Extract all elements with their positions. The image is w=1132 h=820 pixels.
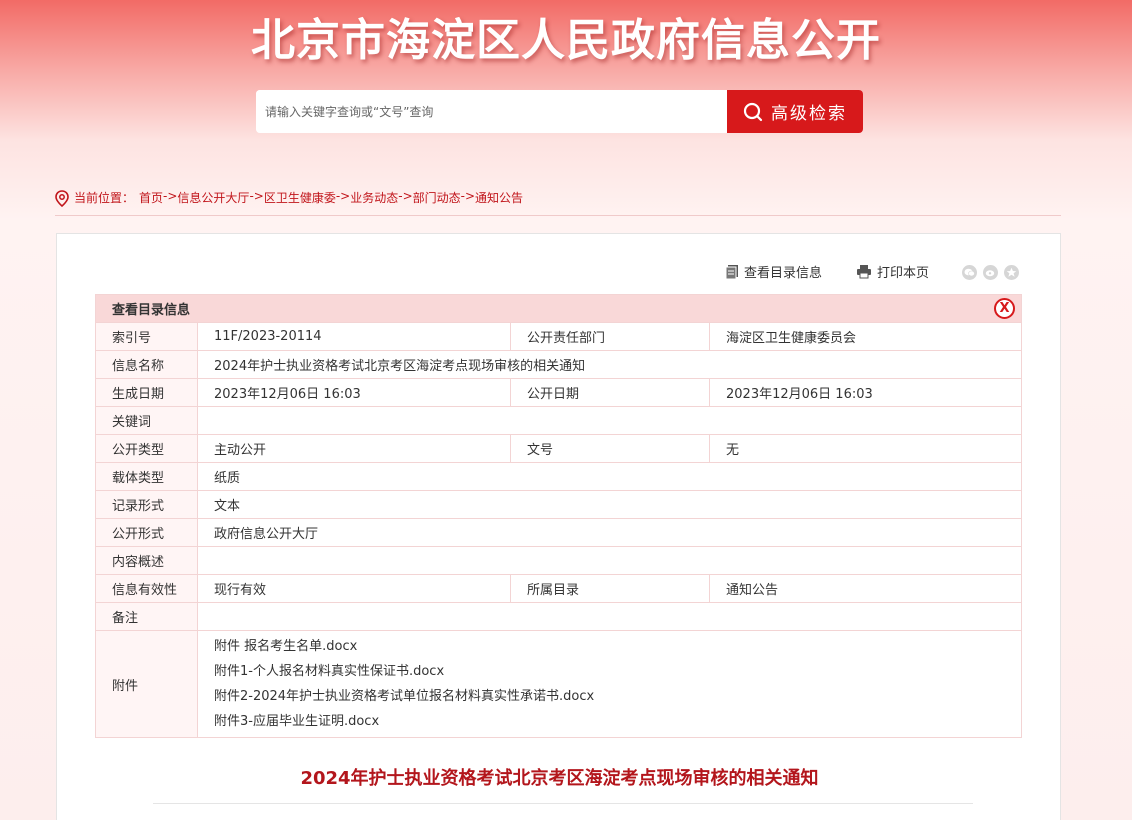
row-value: 文本	[197, 490, 1022, 519]
row-value: 2023年12月06日 16:03	[709, 378, 1022, 407]
attachment-link[interactable]: 附件1-个人报名材料真实性保证书.docx	[214, 659, 1005, 684]
breadcrumb-home[interactable]: 首页	[139, 189, 163, 206]
row-value: 政府信息公开大厅	[197, 518, 1022, 547]
row-value	[197, 406, 1022, 435]
weibo-share-icon[interactable]	[983, 265, 998, 280]
row-label: 生成日期	[95, 378, 198, 407]
location-pin-icon	[55, 190, 69, 207]
breadcrumb-info-hall[interactable]: 信息公开大厅	[177, 189, 249, 206]
row-label: 载体类型	[95, 462, 198, 491]
search-input[interactable]	[256, 90, 727, 133]
search-bar: 高级检索	[256, 90, 863, 133]
row-label: 关键词	[95, 406, 198, 435]
breadcrumb-department[interactable]: 部门动态	[413, 189, 461, 206]
row-label: 公开类型	[95, 434, 198, 463]
table-row: 载体类型 纸质	[95, 462, 1022, 491]
qzone-share-icon[interactable]	[1004, 265, 1019, 280]
content-panel: 查看目录信息 打印本页 查看目录信息 X 索引号 11F/2023-20114 …	[56, 233, 1061, 820]
table-row: 生成日期 2023年12月06日 16:03 公开日期 2023年12月06日 …	[95, 378, 1022, 407]
row-label: 文号	[510, 434, 710, 463]
row-value	[197, 546, 1022, 575]
attachments-label: 附件	[95, 630, 198, 738]
row-value: 2023年12月06日 16:03	[197, 378, 511, 407]
search-icon	[743, 102, 763, 121]
row-value	[197, 602, 1022, 631]
row-value: 现行有效	[197, 574, 511, 603]
attachments-cell: 附件 报名考生名单.docx 附件1-个人报名材料真实性保证书.docx 附件2…	[197, 630, 1022, 738]
row-value: 通知公告	[709, 574, 1022, 603]
print-page-label: 打印本页	[877, 266, 930, 281]
row-label: 所属目录	[510, 574, 710, 603]
attachment-link[interactable]: 附件 报名考生名单.docx	[214, 634, 1005, 659]
attachment-list: 附件 报名考生名单.docx 附件1-个人报名材料真实性保证书.docx 附件2…	[214, 631, 1005, 737]
breadcrumb-separator: ->	[398, 189, 413, 203]
catalog-table-header: 查看目录信息 X	[95, 294, 1022, 323]
catalog-table: 查看目录信息 X 索引号 11F/2023-20114 公开责任部门 海淀区卫生…	[95, 294, 1022, 738]
row-value: 主动公开	[197, 434, 511, 463]
row-label: 公开形式	[95, 518, 198, 547]
close-catalog-button[interactable]: X	[994, 298, 1015, 319]
catalog-heading: 查看目录信息	[112, 303, 191, 318]
row-label: 备注	[95, 602, 198, 631]
row-label: 公开责任部门	[510, 322, 710, 351]
row-value: 2024年护士执业资格考试北京考区海淀考点现场审核的相关通知	[197, 350, 1022, 379]
table-row: 备注	[95, 602, 1022, 631]
row-value: 无	[709, 434, 1022, 463]
wechat-share-icon[interactable]	[962, 265, 977, 280]
page-tools: 查看目录信息 打印本页	[725, 262, 929, 281]
table-row: 关键词	[95, 406, 1022, 435]
share-buttons	[962, 265, 1019, 280]
advanced-search-button[interactable]: 高级检索	[727, 90, 863, 133]
row-label: 信息名称	[95, 350, 198, 379]
view-catalog-label: 查看目录信息	[744, 266, 823, 281]
breadcrumb-separator: ->	[249, 189, 264, 203]
breadcrumb-business[interactable]: 业务动态	[350, 189, 398, 206]
attachment-link[interactable]: 附件2-2024年护士执业资格考试单位报名材料真实性承诺书.docx	[214, 684, 1005, 709]
table-row: 内容概述	[95, 546, 1022, 575]
table-row-attachments: 附件 附件 报名考生名单.docx 附件1-个人报名材料真实性保证书.docx …	[95, 630, 1022, 738]
breadcrumb-prefix: 当前位置：	[74, 191, 135, 205]
site-title: 北京市海淀区人民政府信息公开	[251, 15, 881, 66]
attachment-link[interactable]: 附件3-应届毕业生证明.docx	[214, 709, 1005, 734]
document-title: 2024年护士执业资格考试北京考区海淀考点现场审核的相关通知	[300, 768, 819, 789]
row-label: 信息有效性	[95, 574, 198, 603]
catalog-icon	[725, 265, 738, 279]
breadcrumb-notices[interactable]: 通知公告	[475, 189, 523, 206]
breadcrumb-health-commission[interactable]: 区卫生健康委	[264, 189, 336, 206]
row-label: 索引号	[95, 322, 198, 351]
table-row: 索引号 11F/2023-20114 公开责任部门 海淀区卫生健康委员会	[95, 322, 1022, 351]
row-label: 记录形式	[95, 490, 198, 519]
row-label: 公开日期	[510, 378, 710, 407]
breadcrumb: 当前位置： 首页 -> 信息公开大厅 -> 区卫生健康委 -> 业务动态 -> …	[55, 189, 1061, 216]
print-page-button[interactable]: 打印本页	[856, 262, 929, 281]
row-value: 11F/2023-20114	[197, 322, 511, 351]
breadcrumb-separator: ->	[335, 189, 351, 203]
advanced-search-label: 高级检索	[771, 104, 847, 124]
breadcrumb-separator: ->	[460, 189, 476, 203]
row-label: 内容概述	[95, 546, 198, 575]
view-catalog-button[interactable]: 查看目录信息	[725, 262, 822, 281]
print-icon	[857, 265, 872, 279]
title-divider	[153, 803, 973, 804]
table-row: 信息名称 2024年护士执业资格考试北京考区海淀考点现场审核的相关通知	[95, 350, 1022, 379]
row-value: 纸质	[197, 462, 1022, 491]
table-row: 公开形式 政府信息公开大厅	[95, 518, 1022, 547]
table-row: 公开类型 主动公开 文号 无	[95, 434, 1022, 463]
table-row: 记录形式 文本	[95, 490, 1022, 519]
row-value: 海淀区卫生健康委员会	[709, 322, 1022, 351]
breadcrumb-separator: ->	[163, 189, 178, 203]
catalog-heading-cell: 查看目录信息 X	[95, 294, 1022, 323]
table-row: 信息有效性 现行有效 所属目录 通知公告	[95, 574, 1022, 603]
